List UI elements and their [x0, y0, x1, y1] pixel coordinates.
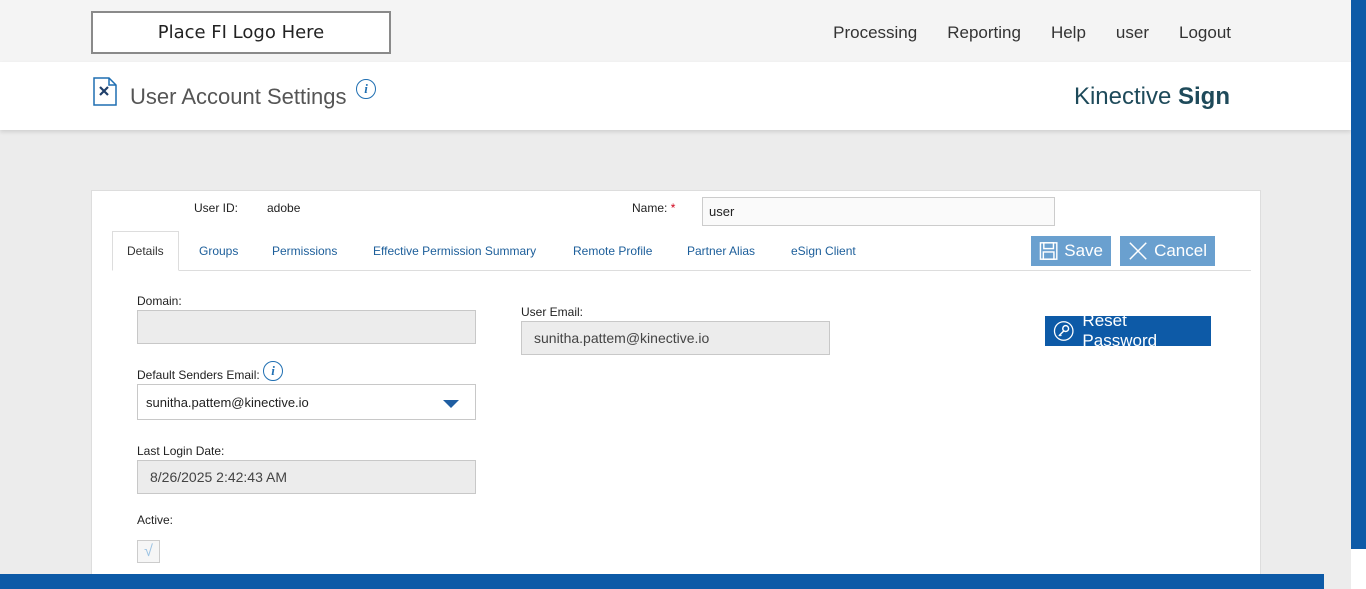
domain-field[interactable]: [137, 310, 476, 344]
chevron-down-icon: [443, 400, 459, 408]
default-senders-email-value: sunitha.pattem@kinective.io: [146, 394, 309, 410]
nav-help[interactable]: Help: [1051, 23, 1086, 43]
tab-groups[interactable]: Groups: [199, 231, 238, 271]
page-title-bar: User Account Settings i Kinective Sign: [0, 62, 1351, 130]
senders-info-icon[interactable]: i: [263, 361, 283, 381]
tab-permissions[interactable]: Permissions: [272, 231, 337, 271]
main-nav: Processing Reporting Help user Logout: [833, 23, 1231, 43]
last-login-label: Last Login Date:: [137, 444, 225, 458]
user-settings-card: User ID: adobe Name: * Details Groups Pe…: [91, 190, 1261, 589]
close-icon: [1129, 242, 1147, 260]
reset-password-button[interactable]: Reset Password: [1045, 311, 1211, 350]
info-icon[interactable]: i: [356, 79, 376, 99]
tab-remote-profile[interactable]: Remote Profile: [573, 231, 652, 271]
save-icon: [1039, 242, 1058, 260]
scrollbar-gap: [1351, 549, 1366, 589]
nav-user[interactable]: user: [1116, 23, 1149, 43]
reset-password-label: Reset Password: [1082, 311, 1158, 350]
user-email-field[interactable]: sunitha.pattem@kinective.io: [521, 321, 830, 355]
vertical-scrollbar[interactable]: [1351, 0, 1366, 549]
active-label: Active:: [137, 513, 174, 527]
save-button[interactable]: Save: [1031, 236, 1111, 266]
tab-esign-client[interactable]: eSign Client: [791, 231, 856, 271]
page-title: User Account Settings: [130, 84, 347, 109]
default-senders-email-select[interactable]: sunitha.pattem@kinective.io: [137, 384, 476, 420]
tab-partner-alias[interactable]: Partner Alias: [687, 231, 755, 271]
active-checkbox[interactable]: √: [137, 540, 160, 563]
logo-placeholder: Place FI Logo Here: [91, 11, 391, 54]
settings-document-icon: [93, 77, 117, 106]
nav-processing[interactable]: Processing: [833, 23, 917, 43]
default-senders-email-label: Default Senders Email:: [137, 368, 260, 382]
user-email-label: User Email:: [521, 305, 584, 319]
tab-effective-permission-summary[interactable]: Effective Permission Summary: [373, 231, 536, 271]
nav-logout[interactable]: Logout: [1179, 23, 1231, 43]
key-reset-icon: [1053, 321, 1074, 341]
name-label: Name: *: [632, 201, 676, 215]
domain-label: Domain:: [137, 294, 182, 308]
save-button-label: Save: [1064, 241, 1103, 260]
name-input[interactable]: [702, 197, 1055, 226]
last-login-field: 8/26/2025 2:42:43 AM: [137, 460, 476, 494]
user-id-label: User ID:: [194, 201, 239, 215]
checkmark-icon: √: [144, 542, 153, 560]
cancel-button-label: Cancel: [1154, 241, 1207, 260]
brand-logo: Kinective Sign: [1073, 83, 1230, 110]
horizontal-scrollbar[interactable]: [0, 574, 1324, 589]
top-nav-bar: Place FI Logo Here Processing Reporting …: [0, 0, 1351, 62]
nav-reporting[interactable]: Reporting: [947, 23, 1021, 43]
cancel-button[interactable]: Cancel: [1120, 236, 1215, 266]
user-id-value: adobe: [267, 201, 301, 215]
tab-details[interactable]: Details: [112, 231, 179, 271]
